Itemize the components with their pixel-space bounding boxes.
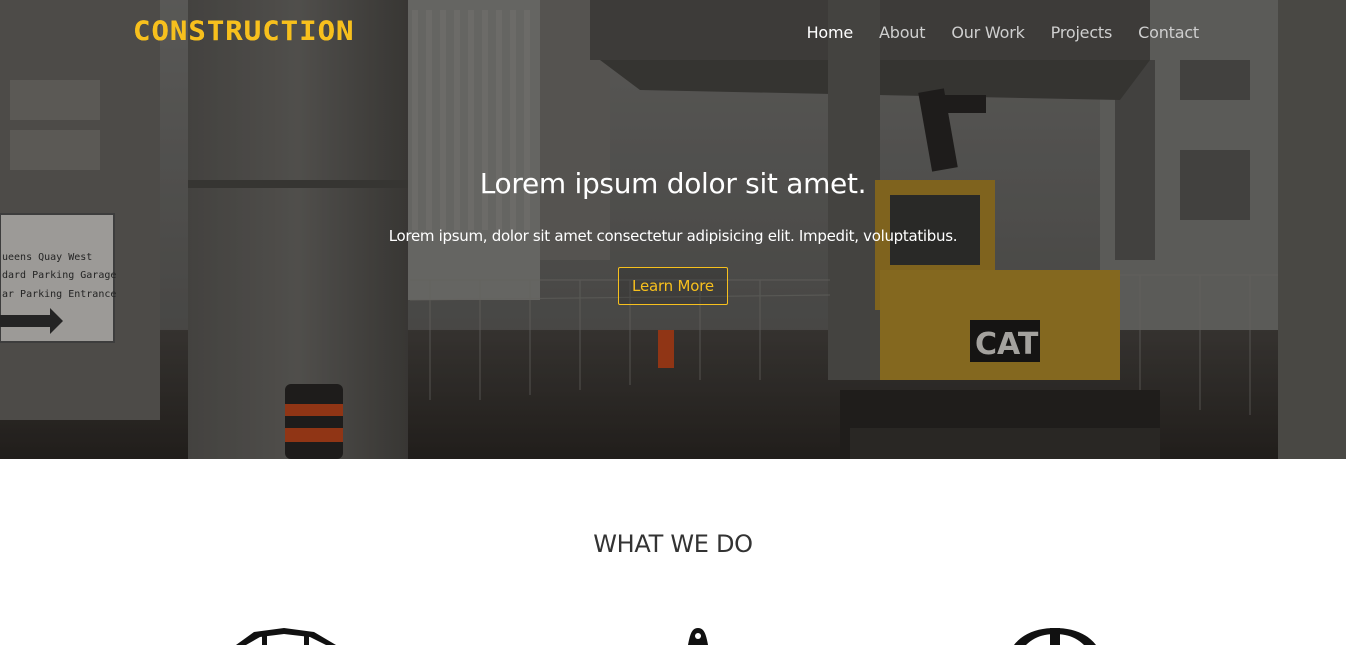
hard-hat-icon [1014, 628, 1096, 645]
hero-title: Lorem ipsum dolor sit amet. [479, 167, 867, 200]
hero-section: ueens Quay West dard Parking Garage ar P… [0, 0, 1346, 459]
crane-structure-icon [236, 628, 336, 645]
plumb-bob-icon [688, 628, 708, 645]
services-section-title: WHAT WE DO [593, 530, 753, 558]
site-logo[interactable]: CONSTRUCTION [133, 14, 355, 47]
nav-contact-link[interactable]: Contact [1138, 23, 1199, 42]
main-nav: Home About Our Work Projects Contact [807, 20, 1200, 44]
nav-about-link[interactable]: About [879, 23, 926, 42]
hero-content: Lorem ipsum dolor sit amet. Lorem ipsum,… [0, 164, 1346, 305]
learn-more-button[interactable]: Learn More [618, 267, 728, 305]
nav-our-work-link[interactable]: Our Work [951, 23, 1025, 42]
nav-projects-link[interactable]: Projects [1051, 23, 1113, 42]
hero-subtitle: Lorem ipsum, dolor sit amet consectetur … [388, 227, 958, 245]
nav-home-link[interactable]: Home [807, 23, 854, 42]
